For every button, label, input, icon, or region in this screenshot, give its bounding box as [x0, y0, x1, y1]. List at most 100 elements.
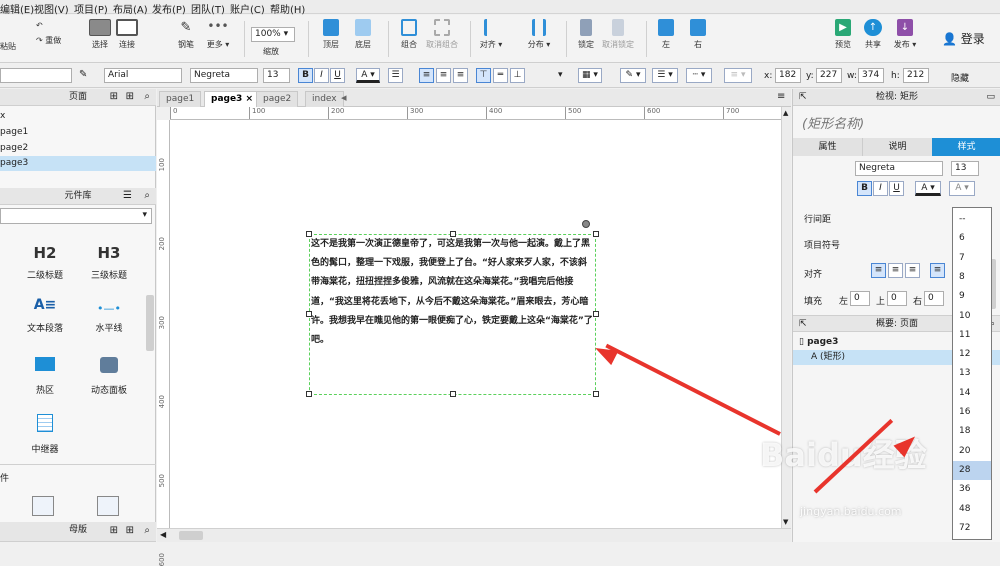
zoom-select[interactable]: 100% ▾ [251, 27, 295, 42]
font-family-select[interactable]: Arial [104, 68, 182, 83]
arrow-style-button[interactable]: ≡ ▾ [724, 68, 752, 83]
select-button[interactable]: 选择 [88, 19, 112, 50]
line-spacing-option[interactable]: 72 [953, 519, 991, 538]
underline-button[interactable]: U [330, 68, 345, 83]
preview-button[interactable]: ▶ 预览 [832, 19, 854, 50]
paste-button[interactable]: 粘贴 [0, 41, 16, 52]
library-select[interactable]: ▾ [0, 208, 152, 224]
rectangle-text[interactable]: 这不是我第一次演正德皇帝了，可这是我第一次与他一起演。戴上了黑色的髯口，整理一下… [310, 235, 595, 350]
fill-color-dropdown-icon[interactable]: ▾ [558, 70, 563, 80]
tab-properties[interactable]: 属性 [793, 138, 862, 156]
library-menu-icon[interactable]: ☰ [123, 188, 132, 204]
add-page-icon[interactable]: ⊞ [110, 89, 118, 105]
line-spacing-option[interactable]: 11 [953, 326, 991, 345]
close-icon[interactable]: × [245, 94, 253, 104]
library-search-icon[interactable]: ⌕ [144, 188, 150, 204]
line-spacing-option[interactable]: 28 [953, 460, 991, 481]
widget-dynamic-panel[interactable]: 动态面板 [79, 355, 139, 396]
resize-handle-s[interactable] [450, 391, 456, 397]
add-folder-icon[interactable]: ⊞ [126, 89, 134, 105]
tab-style[interactable]: 样式 [932, 138, 1000, 156]
menu-view[interactable]: 视图(V) [34, 1, 69, 16]
line-spacing-option[interactable]: 18 [953, 422, 991, 441]
page-tree-item[interactable]: page1 [0, 125, 156, 140]
line-spacing-option[interactable]: 10 [953, 307, 991, 326]
line-color-button[interactable]: ✎ ▾ [620, 68, 646, 83]
line-spacing-option[interactable]: 12 [953, 345, 991, 364]
undo-button[interactable]: ↶ [36, 21, 43, 30]
w-input[interactable]: 374 [858, 68, 884, 83]
inspector-font-style-select[interactable]: Negreta [855, 161, 943, 176]
outline-pin-icon[interactable]: ⇱ [799, 316, 807, 332]
widget-repeater[interactable]: 中继器 [15, 411, 75, 455]
tab-page3[interactable]: page3 × [204, 91, 261, 107]
tab-list-icon[interactable]: ≡ [777, 91, 785, 102]
share-button[interactable]: ↑ 共享 [862, 19, 884, 50]
line-width-button[interactable]: ☰ ▾ [652, 68, 678, 83]
inspector-font-size-select[interactable]: 13 [951, 161, 979, 176]
inspector-italic-button[interactable]: I [873, 181, 888, 196]
corner-radius-handle[interactable] [582, 220, 590, 228]
resize-handle-w[interactable] [306, 311, 312, 317]
login-button[interactable]: 👤 登录 [942, 30, 985, 47]
line-spacing-option[interactable]: 8 [953, 268, 991, 287]
horizontal-scroll-thumb[interactable] [179, 531, 203, 540]
send-to-back-button[interactable]: 底层 [350, 19, 376, 50]
outline-page[interactable]: ▯ page3 [799, 337, 838, 347]
distribute-button[interactable]: 分布 ▾ [526, 19, 552, 50]
style-select[interactable] [0, 68, 72, 83]
valign-top-button[interactable]: ⊤ [476, 68, 491, 83]
inspector-align-center-button[interactable]: ≡ [888, 263, 903, 278]
scroll-left-icon[interactable]: ◀ [160, 530, 166, 539]
resize-handle-ne[interactable] [593, 231, 599, 237]
menu-edit[interactable]: 编辑(E) [0, 1, 34, 16]
line-spacing-option[interactable]: 16 [953, 403, 991, 422]
bold-button[interactable]: B [298, 68, 313, 83]
line-spacing-option[interactable]: 14 [953, 384, 991, 403]
menu-layout[interactable]: 布局(A) [113, 1, 148, 16]
tab-page2[interactable]: page2 [256, 91, 299, 107]
align-button[interactable]: 对齐 ▾ [478, 19, 504, 50]
resize-handle-nw[interactable] [306, 231, 312, 237]
menu-help[interactable]: 帮助(H) [270, 1, 305, 16]
widget-horizontal-line[interactable]: •—• 水平线 [79, 297, 139, 334]
menu-project[interactable]: 项目(P) [74, 1, 108, 16]
lock-button[interactable]: 锁定 [574, 19, 598, 50]
widget-form-icon[interactable] [32, 496, 54, 516]
line-spacing-option[interactable]: 13 [953, 364, 991, 383]
valign-middle-button[interactable]: ═ [493, 68, 508, 83]
line-style-button[interactable]: ┄ ▾ [686, 68, 712, 83]
resize-handle-e[interactable] [593, 311, 599, 317]
pin-icon[interactable]: ⇱ [799, 89, 807, 105]
italic-button[interactable]: I [314, 68, 329, 83]
y-input[interactable]: 227 [816, 68, 842, 83]
more-button[interactable]: ••• 更多 ▾ [203, 19, 233, 50]
align-left-button[interactable]: 左 [656, 19, 676, 50]
inspector-font-color-button[interactable]: A ▾ [915, 181, 941, 196]
add-master-folder-icon[interactable]: ⊞ [126, 523, 134, 539]
search-icon[interactable]: ⌕ [144, 89, 150, 105]
line-spacing-option[interactable]: 48 [953, 500, 991, 519]
inspector-text-effect-button[interactable]: A ▾ [949, 181, 975, 196]
group-button[interactable]: 组合 [396, 19, 422, 50]
canvas-vertical-scrollbar[interactable]: ▲ ▼ [781, 107, 791, 528]
line-spacing-option[interactable]: 7 [953, 249, 991, 268]
bullet-list-button[interactable]: ☰ [388, 68, 403, 83]
pen-button[interactable]: ✎ 钢笔 [174, 19, 198, 50]
resize-handle-n[interactable] [450, 231, 456, 237]
publish-button[interactable]: ↓ 发布 ▾ [893, 19, 917, 50]
unlock-button[interactable]: 取消锁定 [601, 19, 635, 50]
selected-text-rectangle[interactable]: 这不是我第一次演正德皇帝了，可这是我第一次与他一起演。戴上了黑色的髯口，整理一下… [306, 220, 599, 397]
shadow-button[interactable]: ▦ ▾ [578, 68, 602, 83]
inspector-bold-button[interactable]: B [857, 181, 872, 196]
master-search-icon[interactable]: ⌕ [144, 523, 150, 539]
tab-index[interactable]: index [305, 91, 344, 107]
text-align-right-button[interactable]: ≡ [453, 68, 468, 83]
x-input[interactable]: 182 [775, 68, 801, 83]
valign-bottom-button[interactable]: ⊥ [510, 68, 525, 83]
redo-button[interactable]: ↷ 重做 [36, 35, 61, 46]
widget-heading3[interactable]: H3 三级标题 [79, 244, 139, 281]
connect-button[interactable]: 连接 [115, 19, 139, 50]
menu-account[interactable]: 账户(C) [230, 1, 265, 16]
inspector-valign-top-button[interactable]: ≡ [930, 263, 945, 278]
